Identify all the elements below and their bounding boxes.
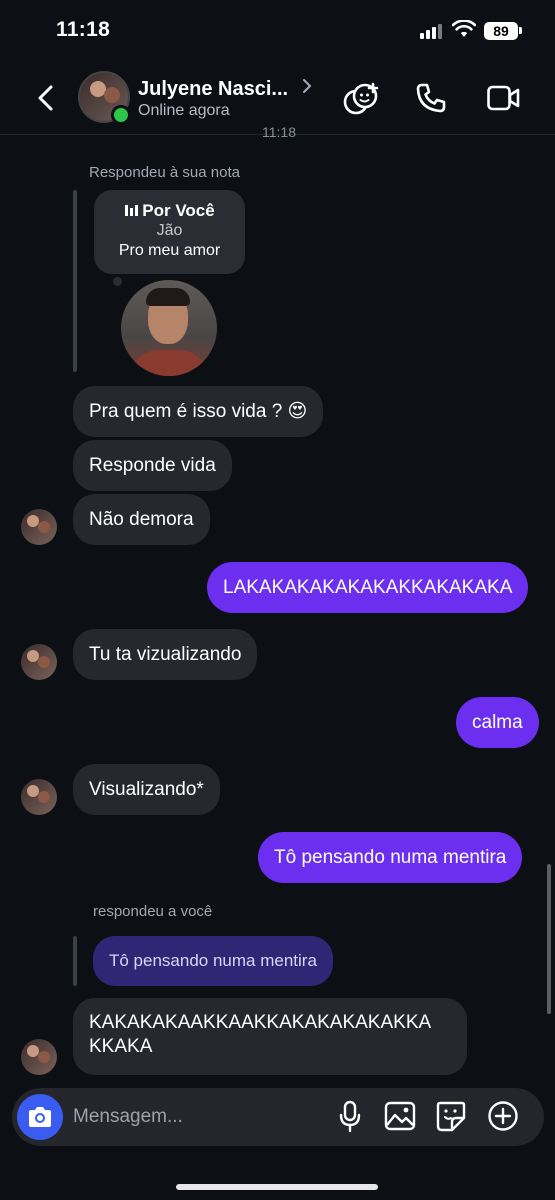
note-song-title: Por Você [142,201,215,220]
timestamp: 11:18 [262,124,296,140]
back-chevron-icon[interactable] [34,84,58,112]
message-outgoing[interactable]: LAKAKAKAKAKAKAKKAKAKAKA [207,562,529,613]
note-bubble[interactable]: Por Você Jão Pro meu amor [94,190,245,274]
image-icon[interactable] [384,1100,416,1132]
message-incoming[interactable]: Pra quem é isso vida ? 😍 [73,386,324,437]
online-status-dot [111,105,131,125]
phone-icon[interactable] [415,82,447,114]
wifi-icon [452,20,476,37]
message-incoming[interactable]: Não demora [73,494,210,545]
sticker-add-icon[interactable] [343,82,379,116]
message-outgoing[interactable]: calma [456,697,539,748]
scrollbar[interactable] [547,864,551,1014]
camera-button[interactable] [17,1094,63,1140]
contact-name[interactable]: Julyene Nasci... [138,78,288,101]
reply-indicator-bar [73,190,77,372]
message-incoming[interactable]: Responde vida [73,440,232,491]
note-text: Pro meu amor [118,242,221,259]
thought-dot [113,277,122,286]
cellular-signal-icon [420,23,444,39]
contact-mini-avatar[interactable] [21,1039,57,1075]
note-title-row: Por Você [94,201,245,221]
battery-indicator: 89 [484,22,518,40]
message-incoming-multiline[interactable]: KAKAKAKAAKKAAKKAKAKAKAKAKKA KKAKA [73,998,467,1075]
chevron-right-icon[interactable] [302,78,312,94]
video-camera-icon[interactable] [486,82,522,114]
message-outgoing[interactable]: Tô pensando numa mentira [258,832,523,883]
camera-icon [29,1107,51,1127]
plus-circle-icon[interactable] [487,1100,519,1132]
message-line: KAKAKAKAAKKAAKKAKAKAKAKAKKA [89,1012,432,1033]
home-indicator [176,1184,378,1190]
note-artist: Jão [156,222,183,239]
contact-mini-avatar[interactable] [21,779,57,815]
music-bars-icon [125,205,139,216]
contact-mini-avatar[interactable] [21,509,57,545]
quoted-message[interactable]: Tô pensando numa mentira [93,936,333,986]
message-incoming[interactable]: Tu ta vizualizando [73,629,258,680]
contact-mini-avatar[interactable] [21,644,57,680]
reply-indicator-bar [73,936,77,986]
status-time: 11:18 [56,18,111,41]
message-line: KKAKA [89,1036,153,1057]
note-author-avatar[interactable] [121,280,217,376]
microphone-icon[interactable] [338,1100,362,1134]
presence-status: Online agora [138,102,230,119]
note-reply-label: Respondeu à sua nota [89,164,240,181]
battery-tip [519,27,522,34]
sticker-icon[interactable] [436,1100,466,1132]
message-incoming[interactable]: Visualizando* [73,764,220,815]
reply-to-you-label: respondeu a você [93,903,213,920]
message-input[interactable] [73,1104,313,1130]
